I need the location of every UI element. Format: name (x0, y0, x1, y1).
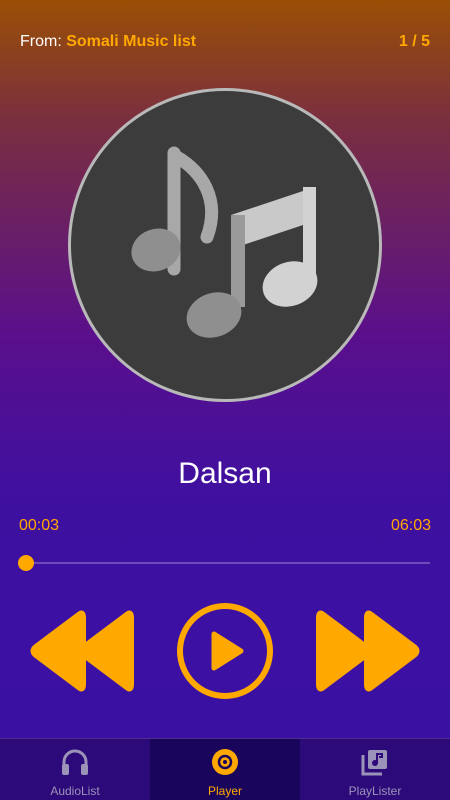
fast-forward-button[interactable] (316, 608, 420, 694)
nav-label-audiolist: AudioList (50, 784, 100, 798)
rewind-icon (30, 610, 134, 692)
source-label: From: Somali Music list (20, 33, 196, 51)
playlist-name[interactable]: Somali Music list (66, 33, 196, 50)
nav-label-playlister: PlayLister (348, 784, 402, 798)
play-button[interactable] (175, 601, 275, 701)
rewind-button[interactable] (30, 608, 134, 694)
nav-label-player: Player (207, 784, 242, 798)
fast-forward-icon (316, 610, 420, 692)
play-icon (177, 603, 273, 699)
seek-bar[interactable] (18, 555, 430, 571)
playlist-icon (361, 750, 387, 776)
music-notes-icon (131, 146, 318, 338)
headphones-icon (62, 749, 88, 775)
track-counter: 1 / 5 (398, 33, 430, 50)
bottom-navigation: AudioList Player PlayLister (0, 738, 450, 800)
from-label: From: (20, 33, 62, 50)
elapsed-time: 00:03 (19, 517, 60, 534)
total-time: 06:03 (390, 517, 431, 534)
disc-icon (212, 749, 238, 775)
song-title: Dalsan (178, 457, 272, 490)
seek-bar-thumb[interactable] (18, 555, 35, 571)
top-bar: From: Somali Music list 1 / 5 (0, 0, 450, 86)
nav-item-player[interactable]: Player (150, 739, 300, 800)
nav-item-playlister[interactable]: PlayLister (300, 739, 450, 800)
nav-item-audiolist[interactable]: AudioList (0, 739, 150, 800)
album-artwork (68, 88, 382, 402)
